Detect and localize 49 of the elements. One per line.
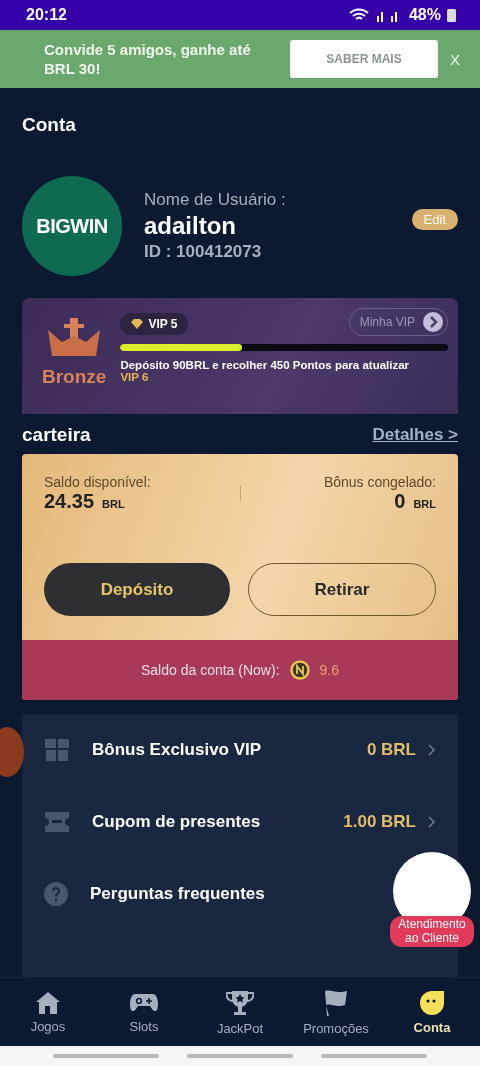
brand-logo: BIGWIN (22, 176, 122, 276)
floating-handle[interactable] (0, 727, 24, 777)
status-time: 20:12 (26, 6, 67, 24)
nav-tab[interactable]: Promoções (291, 988, 381, 1036)
tier-name: Bronze (42, 366, 107, 388)
currency-label: BRL (102, 498, 125, 510)
chevron-right-icon (428, 816, 436, 828)
nav-tab[interactable]: Conta (387, 989, 477, 1035)
battery-percentage: 48% (408, 6, 441, 24)
available-balance: 24.35 (44, 490, 95, 513)
chevron-right-icon (428, 744, 436, 756)
customer-service-button[interactable]: Atendimento ao Cliente (390, 852, 474, 947)
diamond-icon (130, 318, 145, 330)
frozen-bonus-label: Bônus congelado: (323, 474, 436, 490)
wallet-title: carteira (22, 424, 91, 446)
deposit-button[interactable]: Depósito (44, 563, 230, 616)
available-balance-label: Saldo disponível: (44, 474, 152, 490)
nav-tab[interactable]: Slots (99, 990, 189, 1034)
currency-label: BRL (413, 498, 436, 510)
trophy-icon (226, 988, 254, 1017)
menu-item[interactable]: Bônus Exclusivo VIP 0 BRL (44, 714, 436, 786)
ticket-icon (44, 811, 70, 833)
menu-item[interactable]: Perguntas frequentes (44, 858, 265, 930)
wifi-icon (348, 7, 369, 23)
nav-tab[interactable]: Jogos (3, 990, 93, 1034)
nav-tab[interactable]: JackPot (195, 988, 285, 1036)
menu-value: 0 BRL (366, 740, 416, 760)
account-balance-label: Saldo da conta (Now): (141, 662, 280, 678)
coin-icon (289, 660, 310, 680)
menu-value: 1.00 BRL (343, 812, 416, 832)
account-balance: 9.6 (319, 662, 339, 678)
flag-icon (323, 988, 349, 1017)
next-vip-level: VIP 6 (120, 371, 150, 383)
upgrade-message: Depósito 90BRL e recolher 450 Pontos para atualizar (120, 359, 411, 371)
gift-icon (44, 738, 70, 762)
invite-text: Convide 5 amigos, ganhe até BRL 30! (44, 39, 252, 79)
user-id: ID : 100412073 (144, 242, 263, 262)
home-icon (35, 990, 61, 1015)
battery-icon (447, 8, 456, 22)
customer-service-label: Atendimento ao Cliente (390, 916, 474, 947)
username-label: Nome de Usuário : (144, 190, 287, 210)
smiley-icon (419, 989, 445, 1016)
chevron-right-icon (423, 312, 443, 332)
help-icon (44, 882, 68, 906)
page-title: Conta (22, 114, 77, 136)
vip-badge: VIP 5 (120, 313, 188, 335)
username: adailton (144, 212, 237, 240)
frozen-bonus: 0 (394, 490, 406, 513)
details-link[interactable]: Detalhes > (372, 425, 458, 445)
